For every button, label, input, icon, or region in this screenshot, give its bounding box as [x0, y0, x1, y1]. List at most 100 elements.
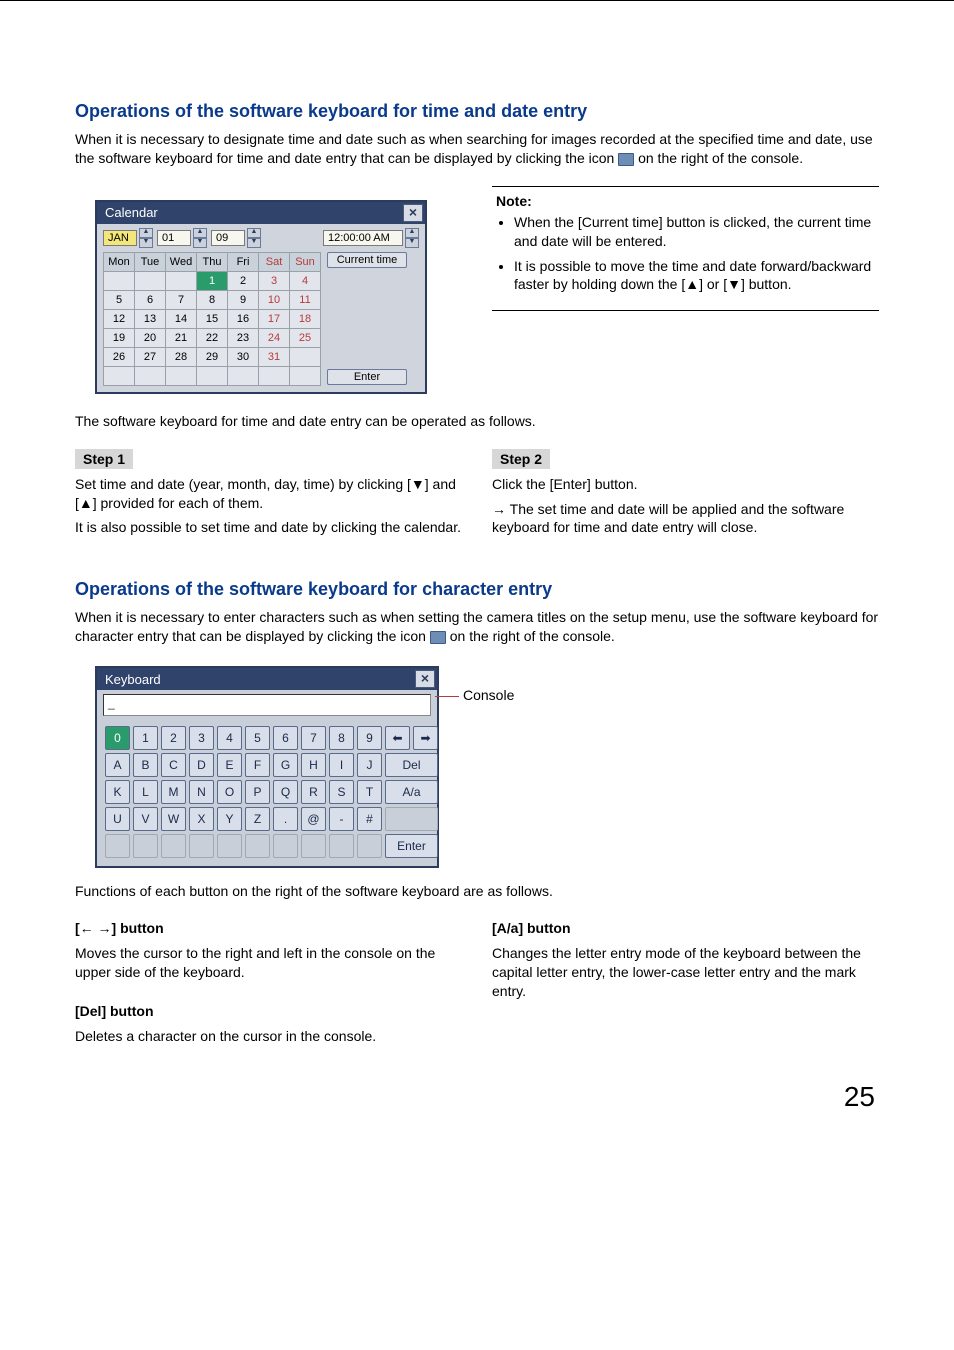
kb-key[interactable]: 7 [301, 726, 326, 750]
kb-key[interactable]: 1 [133, 726, 158, 750]
cal-cell[interactable]: 31 [259, 347, 290, 366]
keyboard-console[interactable]: _ [103, 694, 431, 716]
kb-key[interactable]: B [133, 753, 158, 777]
cal-cell[interactable]: 18 [290, 309, 321, 328]
kb-key[interactable]: 0 [105, 726, 130, 750]
kb-key[interactable]: 9 [357, 726, 382, 750]
up-icon[interactable]: ▲ [405, 228, 419, 238]
kb-key[interactable]: I [329, 753, 354, 777]
kb-key[interactable]: V [133, 807, 158, 831]
kb-key[interactable]: Y [217, 807, 242, 831]
kb-key[interactable]: Z [245, 807, 270, 831]
cal-cell[interactable] [166, 271, 197, 290]
close-icon[interactable]: × [403, 204, 423, 222]
kb-key[interactable]: @ [301, 807, 326, 831]
kb-key[interactable]: - [329, 807, 354, 831]
cal-cell[interactable]: 20 [135, 328, 166, 347]
cal-cell[interactable]: 29 [197, 347, 228, 366]
kb-key[interactable]: 3 [189, 726, 214, 750]
down-icon[interactable]: ▼ [247, 238, 261, 248]
kb-key[interactable]: K [105, 780, 130, 804]
year-spinner[interactable]: 09 ▲▼ [211, 228, 261, 248]
kb-key[interactable]: M [161, 780, 186, 804]
kb-key[interactable]: W [161, 807, 186, 831]
up-icon[interactable]: ▲ [247, 228, 261, 238]
cal-cell[interactable]: 13 [135, 309, 166, 328]
month-spinner[interactable]: JAN ▲▼ [103, 228, 153, 248]
cal-cell[interactable]: 3 [259, 271, 290, 290]
current-time-button[interactable]: Current time [327, 252, 407, 268]
down-icon[interactable]: ▼ [193, 238, 207, 248]
up-icon[interactable]: ▲ [139, 228, 153, 238]
kb-key[interactable]: P [245, 780, 270, 804]
cal-cell[interactable]: 8 [197, 290, 228, 309]
enter-button[interactable]: Enter [385, 834, 438, 858]
down-icon[interactable]: ▼ [405, 238, 419, 248]
cal-cell[interactable]: 4 [290, 271, 321, 290]
cal-cell[interactable]: 14 [166, 309, 197, 328]
kb-key[interactable]: 8 [329, 726, 354, 750]
kb-key[interactable]: . [273, 807, 298, 831]
close-icon[interactable]: × [415, 670, 435, 688]
cal-cell[interactable]: 17 [259, 309, 290, 328]
cal-cell[interactable]: 9 [228, 290, 259, 309]
cal-cell[interactable]: 6 [135, 290, 166, 309]
cal-cell[interactable] [290, 347, 321, 366]
cal-cell[interactable]: 19 [104, 328, 135, 347]
cal-cell[interactable]: 10 [259, 290, 290, 309]
kb-key[interactable]: H [301, 753, 326, 777]
cal-cell[interactable]: 11 [290, 290, 321, 309]
kb-key[interactable]: X [189, 807, 214, 831]
cal-cell[interactable] [228, 366, 259, 385]
cal-cell[interactable]: 24 [259, 328, 290, 347]
time-spinner[interactable]: 12:00:00 AM ▲▼ [323, 228, 419, 248]
arrow-right-icon[interactable]: ➡ [413, 726, 438, 750]
kb-key[interactable]: 6 [273, 726, 298, 750]
kb-key[interactable]: E [217, 753, 242, 777]
cal-cell[interactable]: 27 [135, 347, 166, 366]
cal-cell[interactable]: 30 [228, 347, 259, 366]
cal-cell[interactable] [166, 366, 197, 385]
enter-button[interactable]: Enter [327, 369, 407, 385]
cal-cell[interactable]: 21 [166, 328, 197, 347]
down-icon[interactable]: ▼ [139, 238, 153, 248]
cal-cell[interactable] [290, 366, 321, 385]
del-button[interactable]: Del [385, 753, 438, 777]
day-spinner[interactable]: 01 ▲▼ [157, 228, 207, 248]
cal-cell[interactable] [135, 366, 166, 385]
cal-cell[interactable]: 15 [197, 309, 228, 328]
kb-key[interactable]: J [357, 753, 382, 777]
kb-key[interactable]: F [245, 753, 270, 777]
cal-cell[interactable]: 28 [166, 347, 197, 366]
cal-cell[interactable]: 26 [104, 347, 135, 366]
cal-cell[interactable]: 12 [104, 309, 135, 328]
cal-cell[interactable]: 22 [197, 328, 228, 347]
kb-key[interactable]: C [161, 753, 186, 777]
kb-key[interactable]: O [217, 780, 242, 804]
kb-key[interactable]: 4 [217, 726, 242, 750]
arrow-left-icon[interactable]: ⬅ [385, 726, 410, 750]
kb-key[interactable]: U [105, 807, 130, 831]
cal-cell[interactable]: 23 [228, 328, 259, 347]
cal-cell-selected[interactable]: 1 [197, 271, 228, 290]
kb-key[interactable]: T [357, 780, 382, 804]
kb-key[interactable]: D [189, 753, 214, 777]
cal-cell[interactable]: 25 [290, 328, 321, 347]
kb-key[interactable]: 5 [245, 726, 270, 750]
calendar-grid[interactable]: Mon Tue Wed Thu Fri Sat Sun 1 [103, 252, 321, 386]
kb-key[interactable]: G [273, 753, 298, 777]
cal-cell[interactable]: 7 [166, 290, 197, 309]
kb-key[interactable]: # [357, 807, 382, 831]
kb-key[interactable]: R [301, 780, 326, 804]
cal-cell[interactable] [104, 366, 135, 385]
cal-cell[interactable] [135, 271, 166, 290]
cal-cell[interactable]: 5 [104, 290, 135, 309]
kb-key[interactable]: Q [273, 780, 298, 804]
cal-cell[interactable] [197, 366, 228, 385]
kb-key[interactable]: S [329, 780, 354, 804]
case-toggle-button[interactable]: A/a [385, 780, 438, 804]
up-icon[interactable]: ▲ [193, 228, 207, 238]
cal-cell[interactable]: 16 [228, 309, 259, 328]
cal-cell[interactable] [259, 366, 290, 385]
kb-key[interactable]: N [189, 780, 214, 804]
